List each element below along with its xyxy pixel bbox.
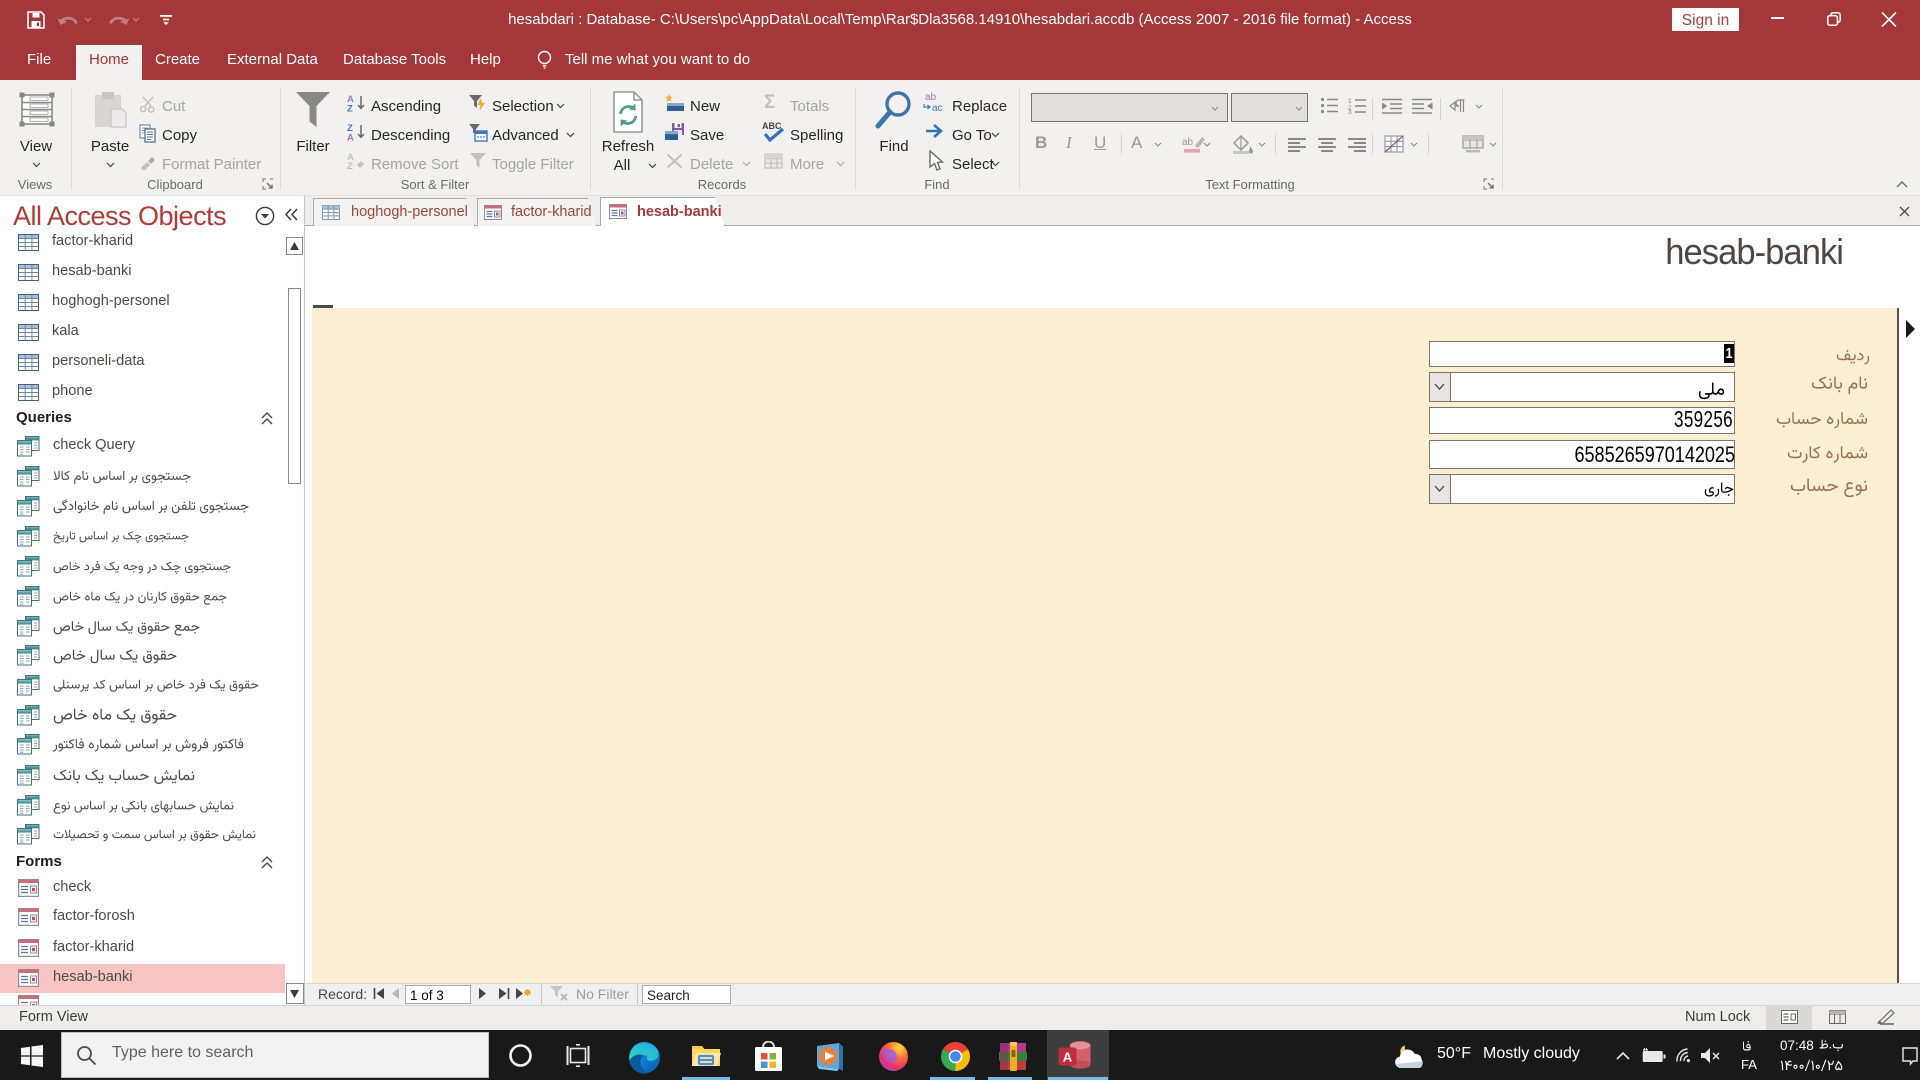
svg-text:ABC: ABC bbox=[762, 121, 782, 131]
svg-text:Z: Z bbox=[347, 104, 353, 113]
svg-text:A: A bbox=[347, 133, 354, 142]
svg-text:ab: ab bbox=[925, 92, 937, 103]
svg-text:ab: ab bbox=[1182, 137, 1194, 148]
svg-text:3: 3 bbox=[1348, 109, 1352, 114]
svg-text:A: A bbox=[1063, 1049, 1073, 1064]
svg-text:Z: Z bbox=[347, 161, 353, 169]
svg-text:ac: ac bbox=[932, 103, 943, 112]
